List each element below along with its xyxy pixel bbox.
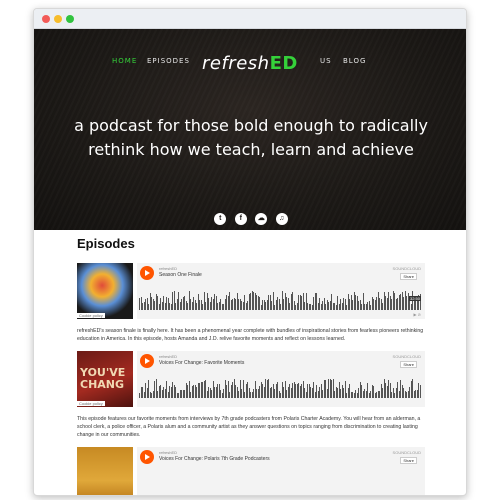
share-button[interactable]: Share bbox=[400, 457, 417, 464]
share-button[interactable]: Share bbox=[400, 273, 417, 280]
itunes-icon[interactable]: ♫ bbox=[275, 213, 288, 225]
player-panel: refreshED Season One Finale SOUNDCLOUD S… bbox=[137, 263, 425, 319]
soundcloud-logo[interactable]: SOUNDCLOUD bbox=[393, 266, 421, 271]
logo-accent: ED bbox=[269, 53, 298, 74]
soundcloud-icon[interactable]: ☁ bbox=[255, 213, 268, 225]
window-titlebar bbox=[34, 9, 466, 29]
hero-banner: HOME EPISODES refreshED US BLOG a podcas… bbox=[34, 29, 466, 230]
waveform[interactable] bbox=[139, 290, 421, 310]
twitter-icon[interactable]: t bbox=[214, 213, 227, 225]
uploader-link[interactable]: refreshED bbox=[159, 450, 177, 455]
track-title[interactable]: Voices For Change: Favorite Moments bbox=[159, 360, 244, 366]
player-panel: refreshED Voices For Change: Favorite Mo… bbox=[137, 351, 425, 407]
cookie-policy-link[interactable]: Cookie policy bbox=[77, 313, 105, 318]
episode-description: refreshED's season finale is finally her… bbox=[77, 328, 424, 342]
minimize-window-button[interactable] bbox=[54, 15, 62, 23]
waveform-bar bbox=[419, 385, 421, 398]
social-links: t f ☁ ♫ bbox=[34, 207, 466, 225]
episode-artwork[interactable]: YOU'VE CHANG bbox=[77, 351, 133, 407]
soundcloud-player: refreshED Voices For Change: Polaris 7th… bbox=[77, 447, 425, 495]
facebook-icon[interactable]: f bbox=[234, 213, 247, 225]
cookie-policy-link[interactable]: Cookie policy bbox=[77, 401, 105, 406]
main-nav: HOME EPISODES refreshED US BLOG bbox=[34, 53, 466, 75]
main-content: Episodes Cookie policy refreshED Season … bbox=[34, 230, 466, 495]
episode-artwork[interactable] bbox=[77, 263, 133, 319]
play-icon[interactable] bbox=[140, 354, 154, 368]
site-logo[interactable]: refreshED bbox=[202, 53, 298, 74]
waveform[interactable] bbox=[139, 378, 421, 398]
play-icon[interactable] bbox=[140, 450, 154, 464]
track-title[interactable]: Season One Finale bbox=[159, 272, 202, 278]
soundcloud-logo[interactable]: SOUNDCLOUD bbox=[393, 450, 421, 455]
soundcloud-logo[interactable]: SOUNDCLOUD bbox=[393, 354, 421, 359]
artwork-text: YOU'VE CHANG bbox=[80, 366, 126, 391]
player-panel: refreshED Voices For Change: Polaris 7th… bbox=[137, 447, 425, 495]
uploader-link[interactable]: refreshED bbox=[159, 354, 177, 359]
page-title: Episodes bbox=[77, 236, 135, 251]
hero-tagline: a podcast for those bold enough to radic… bbox=[74, 116, 428, 159]
nav-home[interactable]: HOME bbox=[112, 57, 137, 65]
soundcloud-player: Cookie policy refreshED Season One Final… bbox=[77, 263, 425, 319]
episode-artwork[interactable] bbox=[77, 447, 133, 495]
play-icon[interactable] bbox=[140, 266, 154, 280]
browser-window: HOME EPISODES refreshED US BLOG a podcas… bbox=[33, 8, 467, 496]
nav-episodes[interactable]: EPISODES bbox=[147, 57, 190, 65]
share-button[interactable]: Share bbox=[400, 361, 417, 368]
nav-us[interactable]: US bbox=[320, 57, 332, 65]
volume-icon[interactable]: ▶ ⊘ bbox=[413, 312, 421, 317]
uploader-link[interactable]: refreshED bbox=[159, 266, 177, 271]
close-window-button[interactable] bbox=[42, 15, 50, 23]
maximize-window-button[interactable] bbox=[66, 15, 74, 23]
nav-blog[interactable]: BLOG bbox=[343, 57, 366, 65]
soundcloud-player: YOU'VE CHANG Cookie policy refreshED Voi… bbox=[77, 351, 425, 407]
track-title[interactable]: Voices For Change: Polaris 7th Grade Pod… bbox=[159, 456, 270, 462]
episode-description: This episode features our favorite momen… bbox=[77, 416, 421, 438]
track-duration: 32:50 bbox=[408, 296, 421, 301]
logo-main: refresh bbox=[202, 53, 270, 74]
